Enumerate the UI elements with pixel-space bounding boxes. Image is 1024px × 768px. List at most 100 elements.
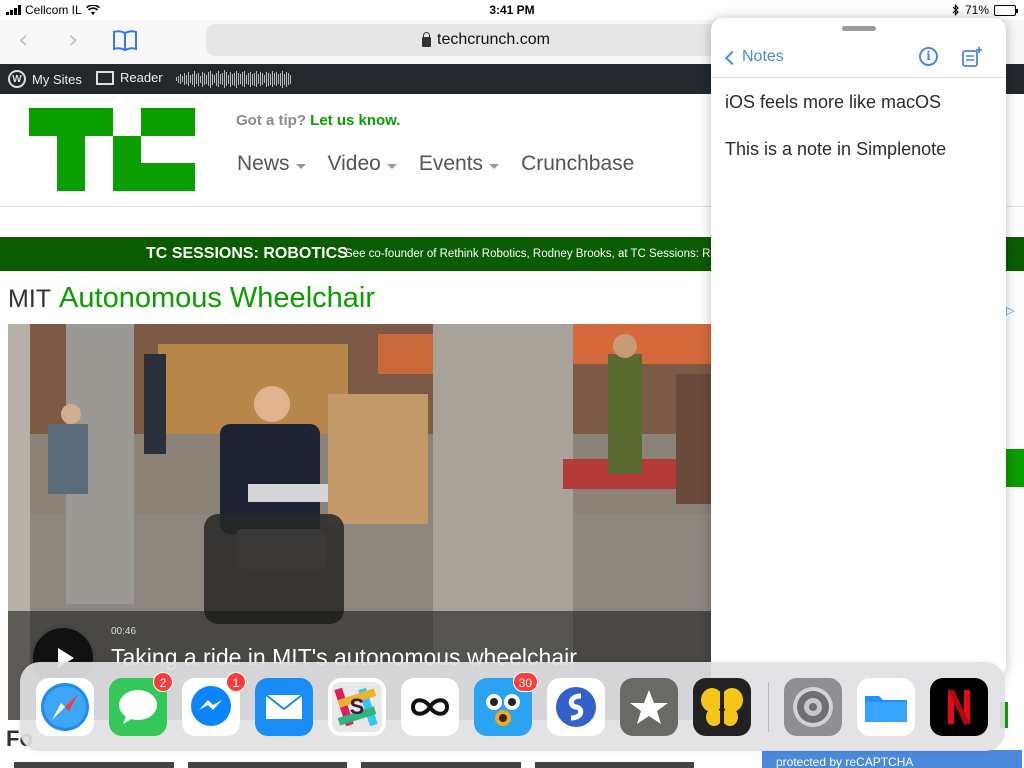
back-icon[interactable]: ‹ [18,27,28,53]
ad-choices-icon[interactable]: ▷ [1006,304,1014,317]
notes-back-button[interactable]: Notes [724,48,784,66]
my-sites-link[interactable]: W My Sites [8,70,82,88]
waveform-bar [232,73,233,85]
waveform-bar [224,70,225,88]
nav-item-crunchbase[interactable]: Crunchbase [521,152,634,176]
waveform-bar [248,73,249,85]
waveform-bar [276,72,277,86]
dock-app-tes[interactable] [693,678,751,736]
dock-app-reeder[interactable] [620,678,678,736]
butterfly-icon [693,678,751,736]
address-bar[interactable]: techcrunch.com [206,24,766,56]
settings-gear-icon [784,678,842,736]
waveform-bar [252,73,253,85]
waveform-bar [274,73,275,85]
caret-down-icon [489,163,500,169]
notes-back-label: Notes [742,48,784,65]
waveform-bar [258,74,259,84]
waveform-bar [176,77,177,81]
waveform-bar [208,72,209,86]
waveform-bar [188,72,189,86]
dock-app-settings[interactable] [784,678,842,736]
slideover-notes-panel: Notes i iOS feels more like macOS This is… [711,18,1006,678]
url-text: techcrunch.com [437,31,550,48]
new-note-icon[interactable] [961,46,983,68]
lock-icon [422,31,432,47]
waveform-bar [214,75,215,83]
dock-app-netflix[interactable] [930,678,988,736]
main-nav: News Video Events Crunchbase [237,152,634,176]
waveform-bar [182,76,183,82]
waveform-bar [242,72,243,86]
waveform-bar [234,72,235,86]
nav-item-label: Video [327,152,381,175]
svg-text:S: S [350,694,365,719]
techcrunch-logo[interactable] [29,108,195,191]
forward-icon[interactable]: › [68,27,78,53]
dock-app-messenger[interactable]: 1 [182,672,246,736]
waveform-bar [230,71,231,87]
side-button-partial[interactable] [1006,449,1024,487]
waveform-bar [256,71,257,87]
info-icon[interactable]: i [919,47,938,66]
waveform-bar [286,71,287,87]
dock-divider [768,682,769,732]
waveform-bar [284,73,285,85]
netflix-icon [930,678,988,736]
dock-app-messages[interactable]: 2 [109,672,173,736]
waveform-bar [236,70,237,88]
waveform-bar [184,73,185,85]
status-right: 71% [952,3,1018,17]
thumbnail-strip [14,762,694,768]
waveform-bar [272,71,273,87]
dock-app-mail[interactable] [255,678,313,736]
dock-app-tweetbot[interactable]: 30 [474,672,538,736]
waveform-bar [180,74,181,84]
dock-app-infinity[interactable] [401,678,459,736]
waveform-bar [264,75,265,83]
book-icon[interactable] [112,29,138,51]
waveform-bar [282,70,283,88]
infinity-icon [401,678,459,736]
waveform-bar [196,74,197,84]
waveform-bar [202,71,203,87]
waveform-bar [192,73,193,85]
dock: 2 1 S 30 [20,662,1005,751]
waveform-bar [178,75,179,83]
banner-title: TC SESSIONS: ROBOTICS [146,245,348,262]
waveform-bar [216,72,217,86]
dock-app-files[interactable] [857,678,915,736]
battery-percent: 71% [964,3,989,17]
nav-item-events[interactable]: Events [419,152,500,176]
video-player[interactable]: 00:46 Taking a ride in MIT's autonomous … [8,324,711,720]
nav-item-video[interactable]: Video [328,152,397,176]
bluetooth-icon [952,4,959,16]
dock-app-safari[interactable] [36,678,94,736]
waveform-bar [260,72,261,86]
note-line: iOS feels more like macOS [725,92,942,112]
dock-app-slack[interactable]: S [328,678,386,736]
dock-app-simplenote[interactable] [547,678,605,736]
thumbnail[interactable] [534,762,694,768]
waveform-bar [278,74,279,84]
battery-icon [994,4,1018,16]
article-headline[interactable]: MIT Autonomous Wheelchair [8,282,375,315]
thumbnail[interactable] [14,762,174,768]
tip-link[interactable]: Let us know. [310,112,400,129]
waveform-bar [240,74,241,84]
thumbnail[interactable] [361,762,521,768]
nav-item-news[interactable]: News [237,152,306,176]
reader-icon [96,70,114,85]
banner-text: See co-founder of Rethink Robotics, Rodn… [345,248,724,260]
waveform-bar [246,74,247,84]
simplenote-icon [547,678,605,736]
waveform-bar [228,74,229,84]
note-editor[interactable]: iOS feels more like macOS This is a note … [725,92,946,186]
waveform-bar [210,70,211,88]
thumbnail[interactable] [187,762,347,768]
tip-text: Got a tip? [236,112,306,129]
recaptcha-badge[interactable]: protected by reCAPTCHA [762,750,1022,768]
reader-link[interactable]: Reader [96,70,163,85]
slideover-grabber[interactable] [842,26,876,31]
nav-item-label: Crunchbase [521,152,635,175]
